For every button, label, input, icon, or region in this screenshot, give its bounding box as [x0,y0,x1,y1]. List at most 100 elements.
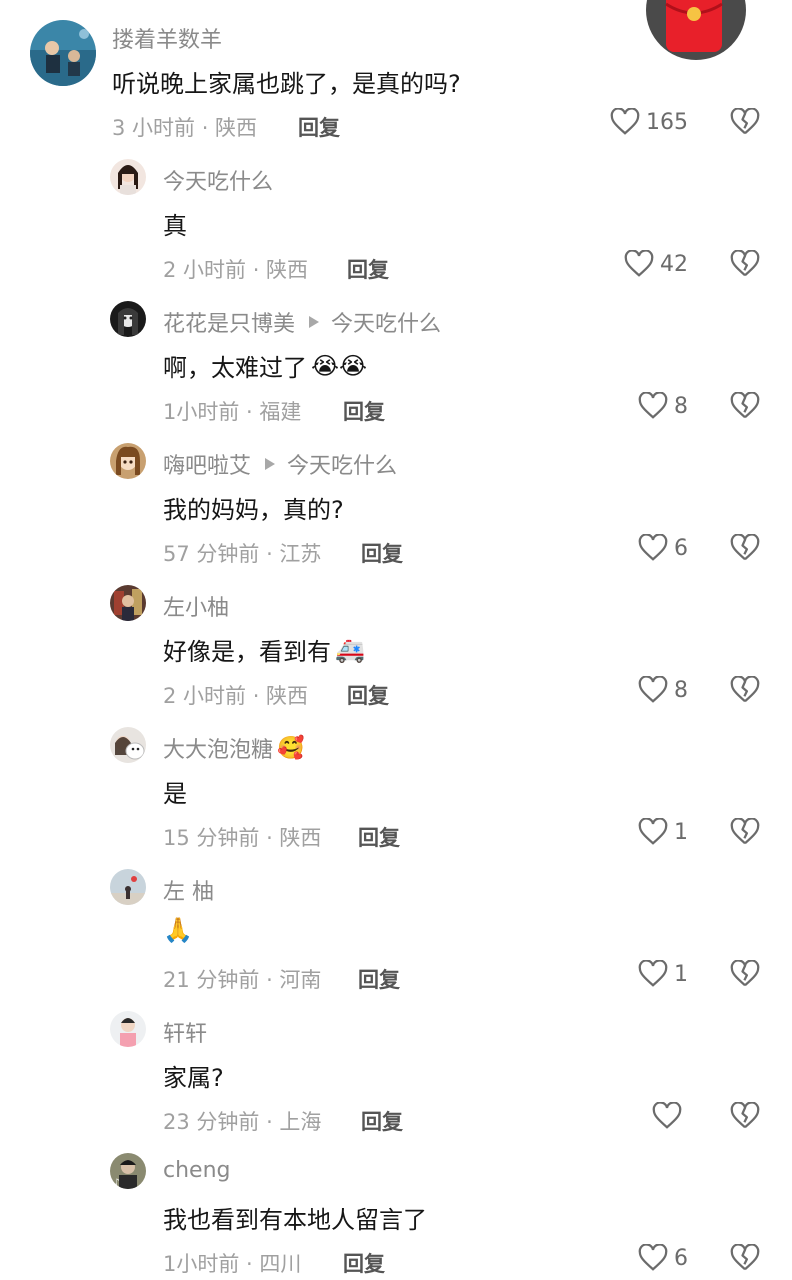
username[interactable]: 左 柚 [163,874,214,906]
username[interactable]: 嗨吧啦艾 今天吃什么 [163,448,397,480]
broken-heart-icon [730,1243,760,1271]
like-count: 42 [660,251,688,277]
reply-to-username[interactable]: 今天吃什么 [331,306,441,338]
dislike-button[interactable] [730,533,760,566]
dislike-button[interactable] [730,249,760,282]
username[interactable]: 今天吃什么 [163,164,273,196]
comment-meta: 2 小时前 · 陕西 [163,684,309,708]
like-count: 1 [674,819,688,845]
like-button[interactable]: 42 [558,250,688,278]
like-count: 8 [674,393,688,419]
like-button[interactable] [558,1102,688,1130]
red-packet-icon [665,0,723,52]
reply-to-arrow-icon [309,316,320,328]
comment-meta: 57 分钟前 · 江苏 [163,542,322,566]
like-button[interactable]: 8 [558,676,688,704]
praying-hands-emoji: 🙏 [163,916,193,944]
reply-button[interactable]: 回复 [361,1106,403,1136]
comment-meta: 2 小时前 · 陕西 [163,258,309,282]
like-button[interactable]: 6 [558,1244,688,1272]
avatar[interactable] [110,301,146,337]
like-button[interactable]: 165 [558,108,688,136]
broken-heart-icon [730,107,760,135]
broken-heart-icon [730,1101,760,1129]
like-button[interactable]: 8 [558,392,688,420]
dislike-button[interactable] [730,1101,760,1134]
heart-icon [610,108,640,135]
comment-text: 家属? [163,1064,224,1092]
reply-button[interactable]: 回复 [343,1248,385,1278]
reply-button[interactable]: 回复 [343,396,385,426]
dislike-button[interactable] [730,959,760,992]
reply-button[interactable]: 回复 [347,254,389,284]
heart-icon [638,676,668,703]
like-count: 1 [674,961,688,987]
broken-heart-icon [730,391,760,419]
reply-button[interactable]: 回复 [358,964,400,994]
like-count: 165 [646,109,688,135]
red-packet-button[interactable] [646,0,746,60]
dislike-button[interactable] [730,391,760,424]
comment-meta: 21 分钟前 · 河南 [163,968,322,992]
avatar[interactable] [110,159,146,195]
heart-icon [624,250,654,277]
broken-heart-icon [730,675,760,703]
heart-icon [638,1244,668,1271]
heart-icon [652,1102,682,1129]
reply-button[interactable]: 回复 [347,680,389,710]
comment-meta: 15 分钟前 · 陕西 [163,826,322,850]
avatar[interactable] [110,869,146,905]
comment-text: 我的妈妈，真的? [163,496,344,524]
dislike-button[interactable] [730,817,760,850]
avatar[interactable] [110,727,146,763]
comment-text: 是 [163,780,187,808]
comment-text: 真 [163,212,187,240]
dislike-button[interactable] [730,107,760,140]
avatar[interactable] [110,585,146,621]
avatar[interactable] [30,20,96,86]
avatar[interactable]: ♪ [110,1153,146,1189]
reply-to-username[interactable]: 今天吃什么 [287,448,397,480]
reply-button[interactable]: 回复 [358,822,400,852]
comment-text: 好像是，看到有 🚑 [163,635,365,667]
reply-button[interactable]: 回复 [298,112,340,142]
comment-meta: 1小时前 · 福建 [163,400,302,424]
avatar[interactable] [110,1011,146,1047]
heart-icon [638,534,668,561]
comment-text: 🙏 [163,916,193,944]
like-button[interactable]: 1 [558,960,688,988]
svg-text:♪: ♪ [114,1178,120,1188]
heart-icon [638,392,668,419]
username[interactable]: 大大泡泡糖 🥰 [163,732,304,764]
avatar[interactable] [110,443,146,479]
ambulance-emoji: 🚑 [335,635,365,664]
like-button[interactable]: 1 [558,818,688,846]
dislike-button[interactable] [730,675,760,708]
comment-text: 啊，太难过了 😭😭 [163,351,368,383]
broken-heart-icon [730,959,760,987]
reply-to-arrow-icon [265,458,276,470]
username[interactable]: 搂着羊数羊 [112,22,222,54]
dislike-button[interactable] [730,1243,760,1276]
crying-emoji: 😭😭 [311,351,368,380]
username[interactable]: cheng [163,1158,230,1183]
like-count: 6 [674,1245,688,1271]
comment-text: 听说晚上家属也跳了，是真的吗? [112,70,461,98]
username[interactable]: 左小柚 [163,590,229,622]
comment-meta: 3 小时前 · 陕西 [112,116,258,140]
username[interactable]: 轩轩 [163,1016,207,1048]
comment-meta: 1小时前 · 四川 [163,1252,302,1276]
like-button[interactable]: 6 [558,534,688,562]
broken-heart-icon [730,249,760,277]
like-count: 6 [674,535,688,561]
broken-heart-icon [730,817,760,845]
comment-text: 我也看到有本地人留言了 [163,1206,427,1234]
like-count: 8 [674,677,688,703]
username[interactable]: 花花是只博美 今天吃什么 [163,306,441,338]
heart-icon [638,960,668,987]
broken-heart-icon [730,533,760,561]
heart-icon [638,818,668,845]
reply-button[interactable]: 回复 [361,538,403,568]
smiling-hearts-emoji: 🥰 [277,735,305,761]
comment-meta: 23 分钟前 · 上海 [163,1110,322,1134]
